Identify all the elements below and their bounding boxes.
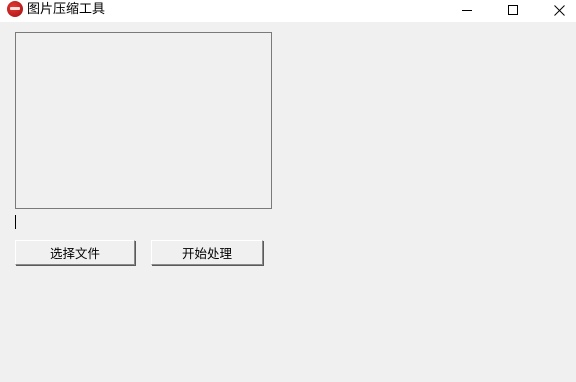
maximize-icon (508, 5, 518, 15)
minimize-button[interactable] (444, 0, 490, 20)
file-path-field[interactable] (15, 214, 275, 230)
app-window: 图片压缩工具 选择文件 开始处理 (0, 0, 576, 382)
start-process-button[interactable]: 开始处理 (151, 240, 263, 265)
text-caret (15, 215, 16, 229)
maximize-button[interactable] (490, 0, 536, 20)
close-button[interactable] (536, 0, 576, 20)
title-bar[interactable]: 图片压缩工具 (0, 0, 576, 22)
select-file-button[interactable]: 选择文件 (15, 240, 135, 265)
minimize-icon (462, 10, 472, 11)
image-preview-box (15, 32, 272, 209)
window-title: 图片压缩工具 (27, 2, 106, 17)
close-icon (553, 4, 565, 16)
app-logo-icon[interactable] (7, 1, 23, 17)
